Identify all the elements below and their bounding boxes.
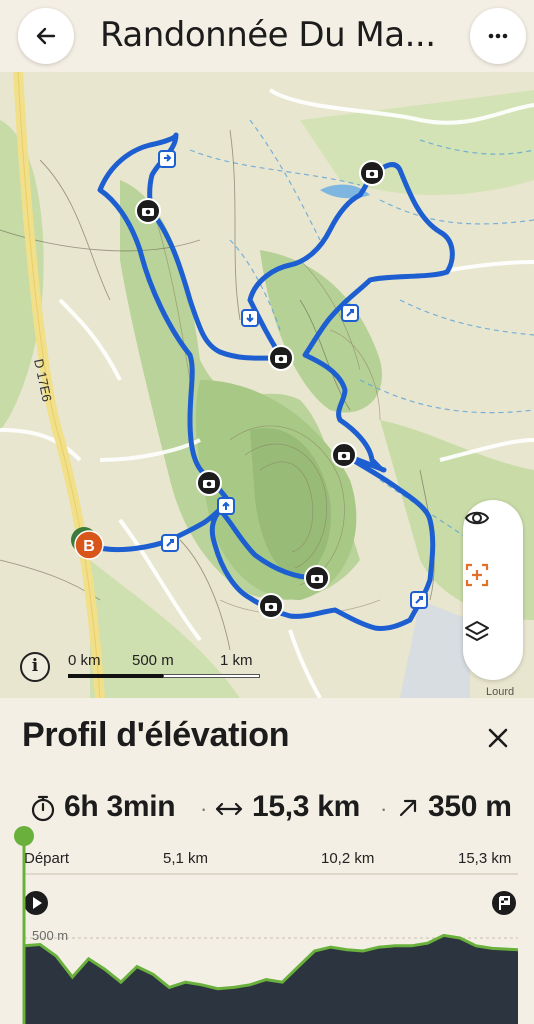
stopwatch-icon (31, 795, 55, 822)
header: Randonnée Du Ma... (0, 0, 534, 72)
more-horizontal-icon (488, 33, 508, 39)
map-canvas: D 17E6 B (0, 72, 534, 698)
close-icon (488, 728, 508, 748)
recenter-icon (465, 563, 489, 587)
scale-end: 1 km (220, 652, 253, 669)
distance-value: 15,3 km (252, 790, 360, 823)
elevation-profile-chart[interactable]: Départ 5,1 km 10,2 km 15,3 km 500 m (0, 826, 534, 1024)
y-tick-label: 500 m (32, 928, 68, 943)
map-attribution: Lourd (486, 686, 515, 698)
arrow-left-icon (36, 27, 56, 45)
ascent-arrow-icon (399, 799, 417, 817)
scale-bar-light (163, 674, 260, 678)
scale-mid: 500 m (132, 652, 174, 669)
start-flag-icon (24, 891, 48, 915)
separator-dot: · (380, 796, 388, 821)
map-controls (463, 500, 523, 680)
elevation-panel: Profil d'élévation 6h 3min · 15,3 km · 3… (0, 698, 534, 1024)
elevation-profile-svg: 500 m (14, 826, 519, 1024)
panel-title: Profil d'élévation (22, 716, 290, 754)
eye-icon (464, 511, 490, 525)
finish-flag-icon (492, 891, 516, 915)
position-cursor-handle[interactable] (14, 826, 34, 846)
info-icon: i (31, 656, 39, 676)
layers-icon (465, 621, 489, 641)
scale-zero: 0 km (68, 652, 101, 669)
elevation-gain-value: 350 m (428, 790, 512, 823)
scale-bar-dark (68, 674, 163, 678)
visibility-toggle-button[interactable] (463, 504, 523, 562)
page-title: Randonnée Du Ma... (100, 15, 436, 55)
back-button[interactable] (18, 8, 74, 64)
close-panel-button[interactable] (478, 718, 518, 758)
distance-icon (215, 802, 243, 816)
map-info-button[interactable]: i (20, 652, 50, 682)
more-options-button[interactable] (470, 8, 526, 64)
start-marker-label: B (83, 538, 95, 555)
map-view[interactable]: D 17E6 B i 0 km 500 m 1 km Lourd (0, 72, 534, 698)
recenter-button[interactable] (463, 561, 523, 619)
map-layers-button[interactable] (463, 618, 523, 676)
separator-dot: · (200, 796, 208, 821)
duration-value: 6h 3min (64, 790, 176, 823)
hike-stats: 6h 3min · 15,3 km · 350 m (30, 790, 530, 830)
